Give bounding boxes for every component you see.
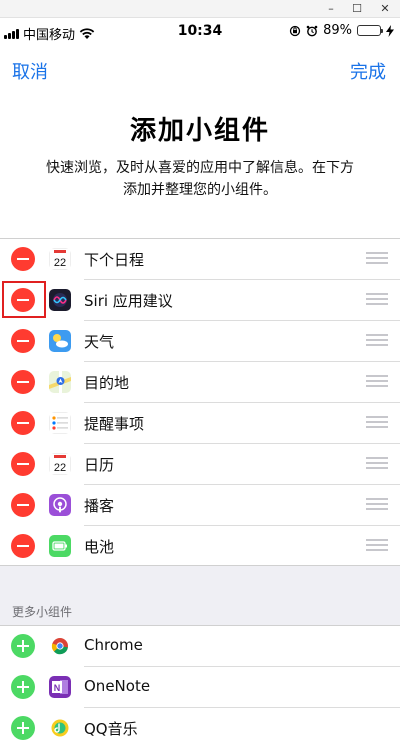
nav-bar: 取消 完成 — [0, 46, 400, 96]
widget-row-batteries[interactable]: 电池 — [0, 525, 400, 566]
widget-row-reminders[interactable]: 提醒事项 — [0, 402, 400, 443]
calendar-date: 22 — [54, 462, 66, 474]
widget-label: 播客 — [84, 497, 115, 515]
alarm-icon — [306, 25, 318, 36]
cancel-button[interactable]: 取消 — [12, 58, 48, 84]
remove-button[interactable] — [11, 247, 35, 271]
reorder-handle[interactable] — [366, 252, 388, 264]
reorder-handle[interactable] — [366, 457, 388, 469]
widget-label: QQ音乐 — [84, 720, 138, 738]
reorder-handle[interactable] — [366, 416, 388, 428]
rotation-lock-icon — [289, 25, 301, 36]
widget-row-podcasts[interactable]: 播客 — [0, 484, 400, 525]
widget-label: 日历 — [84, 456, 115, 474]
calendar-icon: 22 — [49, 248, 71, 270]
page-description: 快速浏览，及时从喜爱的应用中了解信息。在下方 添加并整理您的小组件。 — [0, 157, 400, 201]
widget-label: 目的地 — [84, 374, 130, 392]
reorder-handle[interactable] — [366, 334, 388, 346]
more-widgets-title: 更多小组件 — [12, 605, 73, 619]
reorder-handle[interactable] — [366, 498, 388, 510]
widget-row-weather[interactable]: 天气 — [0, 320, 400, 361]
page-header: 添加小组件 快速浏览，及时从喜爱的应用中了解信息。在下方 添加并整理您的小组件。 — [0, 96, 400, 238]
siri-icon — [49, 289, 71, 311]
widget-label: OneNote — [84, 677, 151, 695]
remove-button[interactable] — [11, 329, 35, 353]
remove-button[interactable] — [11, 452, 35, 476]
onenote-letter: N — [54, 683, 61, 693]
page-title: 添加小组件 — [129, 116, 270, 146]
battery-percent: 89% — [323, 23, 352, 38]
done-button[interactable]: 完成 — [350, 58, 386, 84]
widget-label: Siri 应用建议 — [84, 292, 173, 310]
widget-label: 天气 — [84, 333, 115, 351]
widget-row-destinations[interactable]: 目的地 — [0, 361, 400, 402]
minimize-button[interactable]: – — [318, 0, 344, 18]
enabled-widgets-list: 22 下个日程 Siri 应用建议 天气 目的地 提醒事项 22 日历 播客 电… — [0, 238, 400, 566]
calendar-date: 22 — [54, 257, 66, 269]
reorder-handle[interactable] — [366, 375, 388, 387]
close-button[interactable]: ✕ — [372, 0, 398, 18]
widget-row-calendar[interactable]: 22 日历 — [0, 443, 400, 484]
remove-button[interactable] — [11, 534, 35, 558]
chrome-icon — [49, 635, 71, 657]
widget-row-qqmusic[interactable]: QQ音乐 — [0, 707, 400, 747]
reorder-handle[interactable] — [366, 539, 388, 551]
status-bar: 中国移动 10:34 89% — [0, 18, 400, 46]
battery-icon — [49, 535, 71, 557]
widget-label: 电池 — [84, 538, 115, 556]
podcasts-icon — [49, 494, 71, 516]
more-widgets-list: Chrome N OneNote QQ音乐 — [0, 625, 400, 747]
status-right: 89% — [289, 23, 394, 38]
maximize-button[interactable]: ☐ — [344, 0, 370, 18]
charging-icon — [386, 24, 394, 37]
widget-label: 下个日程 — [84, 251, 145, 269]
remove-button[interactable] — [11, 370, 35, 394]
weather-icon — [49, 330, 71, 352]
reorder-handle[interactable] — [366, 293, 388, 305]
widget-row-siri-suggestions[interactable]: Siri 应用建议 — [0, 279, 400, 320]
add-button[interactable] — [11, 716, 35, 740]
add-button[interactable] — [11, 634, 35, 658]
battery-icon — [357, 25, 383, 36]
calendar-icon: 22 — [49, 453, 71, 475]
remove-button[interactable] — [11, 411, 35, 435]
qqmusic-icon — [49, 717, 71, 739]
widget-label: 提醒事项 — [84, 415, 145, 433]
highlight-box — [2, 281, 46, 318]
description-line: 快速浏览，及时从喜爱的应用中了解信息。在下方 — [46, 160, 354, 176]
description-line: 添加并整理您的小组件。 — [123, 182, 277, 198]
maps-icon — [49, 371, 71, 393]
widget-row-chrome[interactable]: Chrome — [0, 625, 400, 666]
widget-label: Chrome — [84, 636, 143, 654]
remove-button[interactable] — [11, 493, 35, 517]
reminders-icon — [49, 412, 71, 434]
widget-row-next-event[interactable]: 22 下个日程 — [0, 238, 400, 279]
add-button[interactable] — [11, 675, 35, 699]
window-titlebar: – ☐ ✕ — [0, 0, 400, 18]
widget-row-onenote[interactable]: N OneNote — [0, 666, 400, 707]
onenote-icon: N — [49, 676, 71, 698]
